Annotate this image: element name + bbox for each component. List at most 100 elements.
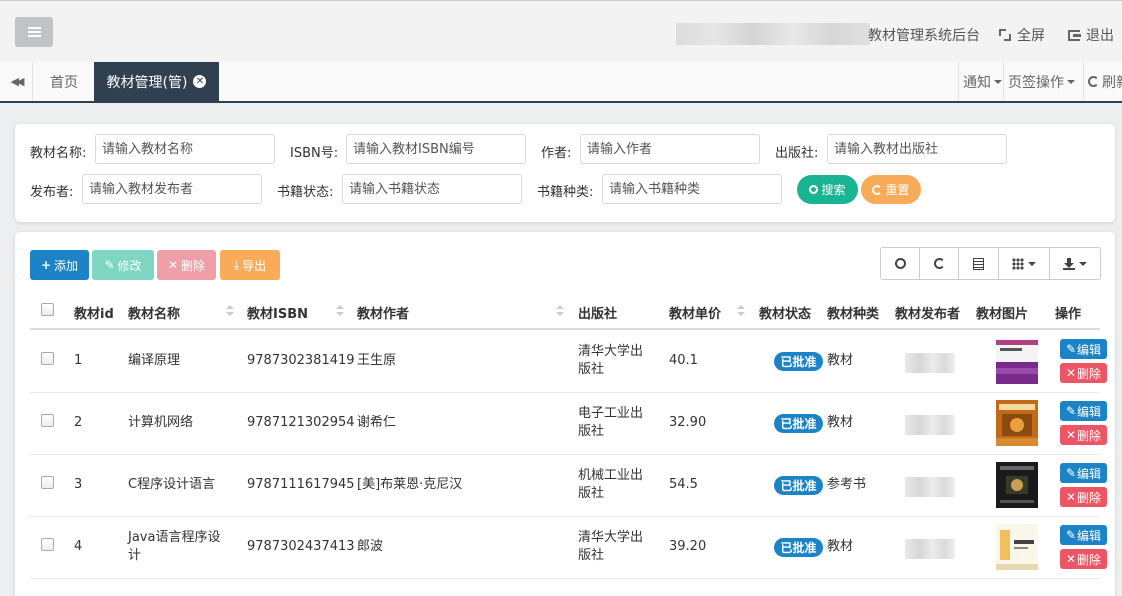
row-delete-label: 删除 [1077,428,1102,443]
cell-type: 教材 [827,353,854,368]
table-row[interactable]: 3 C程序设计语言 9787111617945 [美]布莱恩·克尼汉 机械工业出… [30,455,1107,517]
th-name[interactable]: 教材名称 [128,303,180,322]
book-cover-image[interactable] [996,400,1038,446]
menu-toggle-button[interactable] [15,17,53,47]
tab-operations-dropdown[interactable]: 页签操作 [1003,62,1083,101]
sort-icon[interactable] [737,305,745,317]
cell-name: 编译原理 [128,353,181,368]
row-checkbox[interactable] [41,476,54,489]
logout-button[interactable]: 退出 [1068,25,1114,45]
sort-icon[interactable] [556,305,564,317]
cell-price: 39.20 [669,539,707,554]
cell-author: 郎波 [357,539,384,554]
sign-out-icon [1068,29,1081,41]
columns-dropdown[interactable] [999,248,1050,279]
tab-scroll-left-button[interactable]: ◀◀ [0,62,33,101]
table-search-button[interactable] [881,248,920,279]
remove-icon: ✕ [1065,428,1077,442]
refresh-icon [872,184,883,195]
fullscreen-button[interactable]: 全屏 [999,25,1045,45]
tab-textbook-management[interactable]: 教材管理(管) ✕ [94,62,219,101]
status-label: 书籍状态: [277,185,334,200]
download-icon [1063,257,1075,270]
isbn-search-input[interactable] [346,134,526,164]
sort-icon[interactable] [336,305,344,317]
edit-button-label: 修改 [117,258,142,273]
row-edit-button[interactable]: ✎ 编辑 [1060,401,1107,421]
sort-icon[interactable] [226,305,234,317]
th-price[interactable]: 教材单价 [669,303,721,322]
cell-isbn: 9787302381419 [247,353,355,368]
cell-id: 2 [74,415,83,430]
reset-button[interactable]: 重置 [861,175,921,204]
edit-button[interactable]: ✎ 修改 [92,250,154,280]
search-icon [894,258,906,269]
search-button[interactable]: 搜索 [797,175,858,204]
export-button[interactable]: ⤓ 导出 [220,250,280,280]
status-search-input[interactable] [342,174,522,204]
hamburger-icon [27,27,41,37]
search-button-label: 搜索 [821,183,846,197]
add-button[interactable]: + 添加 [30,250,89,280]
cell-author: 谢希仁 [357,415,397,430]
type-label: 书籍种类: [537,185,594,200]
close-tab-icon[interactable]: ✕ [193,75,207,88]
row-delete-button[interactable]: ✕ 删除 [1060,549,1107,569]
th-image[interactable]: 教材图片 [976,303,1028,322]
refresh-tab-button[interactable]: 刷新 [1083,62,1122,101]
row-delete-button[interactable]: ✕ 删除 [1060,425,1107,445]
cell-id: 3 [74,477,83,492]
row-edit-button[interactable]: ✎ 编辑 [1060,339,1107,359]
fullscreen-label: 全屏 [1017,28,1045,44]
th-status[interactable]: 教材状态 [759,303,811,322]
row-delete-label: 删除 [1077,366,1102,381]
row-edit-button[interactable]: ✎ 编辑 [1060,463,1107,483]
remove-icon: ✕ [167,258,179,272]
th-id[interactable]: 教材id [74,303,114,322]
expand-icon [999,29,1011,41]
tab-home[interactable]: 首页 [34,62,94,101]
delete-button[interactable]: ✕ 删除 [157,250,216,280]
th-press[interactable]: 出版社 [578,303,617,322]
cell-price: 32.90 [669,415,707,430]
row-checkbox[interactable] [41,414,54,427]
row-checkbox[interactable] [41,538,54,551]
blurred-publisher [905,477,955,497]
row-checkbox[interactable] [41,352,54,365]
book-cover-image[interactable] [996,524,1038,570]
toggle-view-button[interactable] [959,248,999,279]
table-row[interactable]: 1 编译原理 9787302381419 王生原 清华大学出版社 40.1 已批… [30,331,1107,393]
press-search-input[interactable] [827,134,1007,164]
select-all-checkbox[interactable] [41,303,54,316]
notify-dropdown[interactable]: 通知 [958,62,1002,101]
book-cover-image[interactable] [996,462,1038,508]
row-delete-button[interactable]: ✕ 删除 [1060,487,1107,507]
status-badge: 已批准 [774,476,823,495]
cell-type: 参考书 [827,477,867,492]
export-dropdown[interactable] [1050,248,1100,279]
tab-active-label: 教材管理(管) [106,74,188,91]
cell-type: 教材 [827,539,854,554]
table-refresh-button[interactable] [920,248,959,279]
refresh-label: 刷新 [1102,74,1122,91]
table-row[interactable]: 2 计算机网络 9787121302954 谢希仁 电子工业出版社 32.90 … [30,393,1107,455]
cell-isbn: 9787111617945 [247,477,355,492]
plus-icon: + [40,258,52,272]
notify-label: 通知 [963,74,991,91]
table-row[interactable]: 4 Java语言程序设计 9787302437413 郎波 清华大学出版社 39… [30,517,1107,579]
cell-press: 清华大学出版社 [578,530,644,563]
book-cover-image[interactable] [996,338,1038,384]
publisher-search-input[interactable] [82,174,262,204]
row-edit-button[interactable]: ✎ 编辑 [1060,525,1107,545]
remove-icon: ✕ [1065,552,1077,566]
row-edit-label: 编辑 [1077,466,1102,481]
th-publisher[interactable]: 教材发布者 [895,303,960,322]
row-delete-button[interactable]: ✕ 删除 [1060,363,1107,383]
author-search-input[interactable] [580,134,760,164]
type-search-input[interactable] [602,174,782,204]
th-type[interactable]: 教材种类 [827,303,879,322]
name-search-input[interactable] [95,134,275,164]
th-isbn[interactable]: 教材ISBN [247,303,308,322]
th-author[interactable]: 教材作者 [357,303,409,322]
cell-price: 54.5 [669,477,698,492]
